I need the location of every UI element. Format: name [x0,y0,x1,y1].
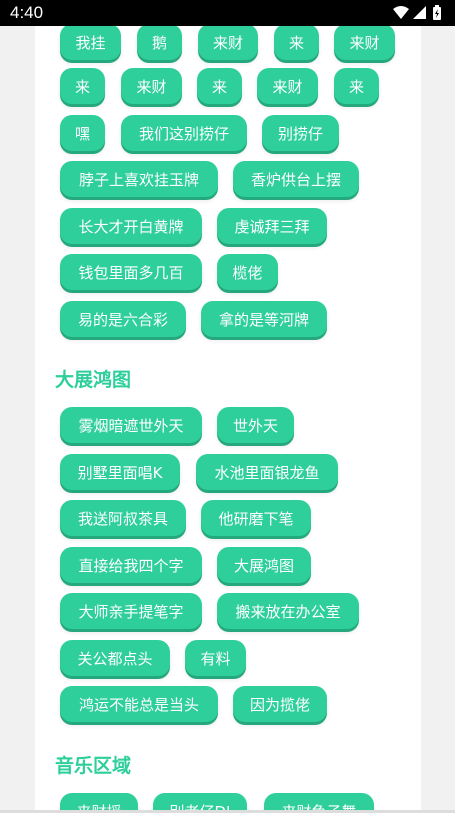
chip-button[interactable]: 我们这别捞仔 [121,115,247,151]
status-icons-svg [393,5,441,20]
chip-button[interactable]: 来 [274,26,319,60]
chip-button[interactable]: 我挂 [60,26,121,60]
status-time: 4:40 [10,3,44,22]
chip-button[interactable]: 来 [60,68,105,104]
wifi-icon [393,6,409,19]
chip-button[interactable]: 雾烟暗遮世外天 [60,407,202,443]
chip-button[interactable]: 榄佬 [217,254,278,290]
section-title: 大展鸿图 [55,369,132,391]
chip-button[interactable]: 直接给我四个字 [60,547,202,583]
chip-button[interactable]: 钱包里面多几百 [60,254,202,290]
chip-button[interactable]: 世外天 [217,407,294,443]
chip-button[interactable]: 来财 [257,68,318,104]
chip-button[interactable]: 别捞仔 [262,115,339,151]
chip-button[interactable]: 关公都点头 [60,640,170,676]
chip-button[interactable]: 嘿 [60,115,105,151]
chip-button[interactable]: 鹅 [137,26,182,60]
chip-button[interactable]: 有料 [185,640,246,676]
chip-button[interactable]: 长大才开白黄牌 [60,208,202,244]
chip-button[interactable]: 来财 [334,26,395,60]
chip-button[interactable]: 大展鸿图 [217,547,311,583]
chip-button[interactable]: 因为揽佬 [233,686,327,722]
chip-button[interactable]: 搬来放在办公室 [217,593,359,629]
chip-button[interactable]: 来 [197,68,242,104]
status-icons [393,5,445,21]
chip-button[interactable]: 来 [334,68,379,104]
chip-button[interactable]: 脖子上喜欢挂玉牌 [60,161,218,197]
section-title: 音乐区域 [55,755,132,777]
chip-button[interactable]: 我送阿叔茶具 [60,500,186,536]
chip-button[interactable]: 拿的是等河牌 [201,301,327,337]
chip-button[interactable]: 水池里面银龙鱼 [196,454,338,490]
chip-button[interactable]: 虔诚拜三拜 [217,208,327,244]
chip-button[interactable]: 鸿运不能总是当头 [60,686,218,722]
status-bar: 4:40 [0,0,455,26]
chip-button[interactable]: 来财 [198,26,258,60]
chip-button[interactable]: 来财 [121,68,182,104]
cellular-signal-icon [413,6,426,19]
content-card: 我挂 鹅 来财 来 来财 来 来财 来 来财 来 嘿 我们这别捞仔 别捞仔 脖子… [35,26,421,813]
chip-button[interactable]: 别墅里面唱K [60,454,180,490]
chip-button[interactable]: 大师亲手提笔字 [60,593,202,629]
chip-button[interactable]: 易的是六合彩 [60,301,186,337]
chip-button[interactable]: 他研磨下笔 [201,500,311,536]
chip-button[interactable]: 香炉供台上摆 [233,161,359,197]
